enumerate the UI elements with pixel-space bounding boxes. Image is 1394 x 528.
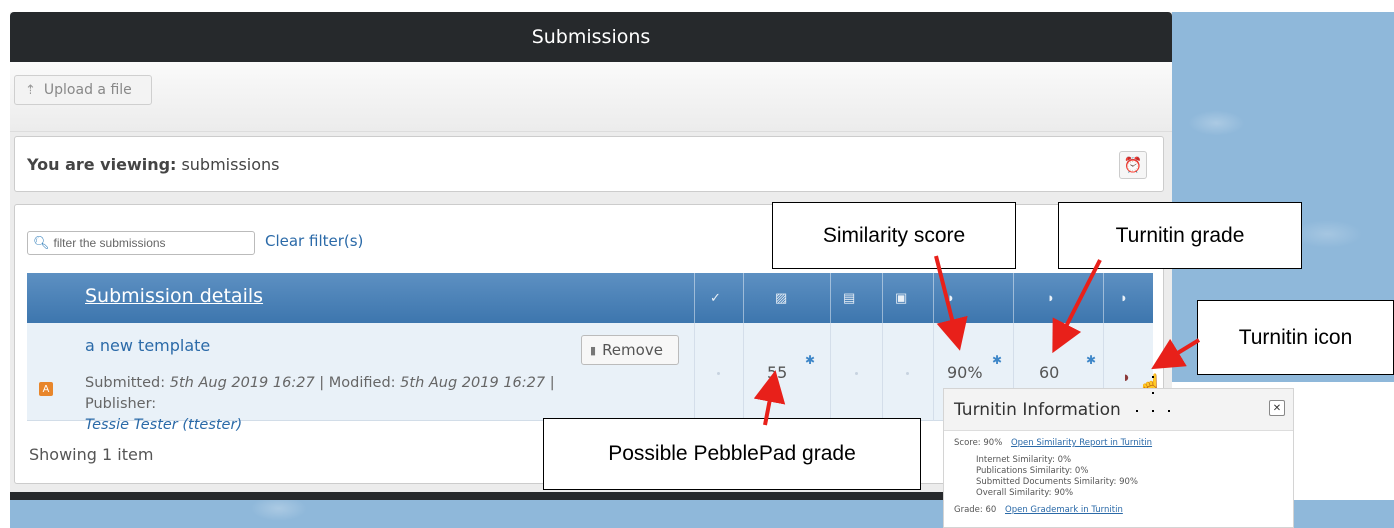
filter-placeholder: filter the submissions bbox=[53, 236, 166, 250]
star-icon: ✱ bbox=[992, 353, 1003, 367]
pebblepad-grade-value: 55 bbox=[767, 363, 788, 382]
search-icon: 🔍︎ bbox=[33, 235, 50, 250]
row-divider bbox=[830, 323, 831, 421]
grade-icon[interactable]: ▨ bbox=[775, 290, 787, 306]
callout-pebblepad-grade: Possible PebblePad grade bbox=[543, 418, 921, 490]
turnitin-info-icon[interactable]: ◗ bbox=[1120, 290, 1128, 305]
turnitin-info-header: Turnitin Information ✕ bbox=[944, 389, 1293, 431]
turnitin-similarity-icon[interactable]: ◗ bbox=[947, 290, 955, 305]
modified-date: 5th Aug 2019 16:27 bbox=[400, 375, 546, 391]
upload-icon: ⇡ bbox=[25, 82, 36, 98]
alarm-clock-button[interactable]: ⏰ bbox=[1119, 151, 1147, 179]
star-icon: ✱ bbox=[805, 353, 816, 367]
clear-filter-link[interactable]: Clear filter(s) bbox=[265, 232, 363, 250]
score-label: Score: 90% bbox=[954, 438, 1003, 448]
submission-title-link[interactable]: a new template bbox=[85, 336, 210, 355]
page-title: Submissions bbox=[531, 26, 651, 48]
similarity-report-link[interactable]: Open Similarity Report in Turnitin bbox=[1011, 438, 1152, 448]
grade-label: Grade: 60 bbox=[954, 505, 997, 515]
similarity-breakdown: Internet Similarity: 0% Publications Sim… bbox=[954, 455, 1283, 499]
remove-label: Remove bbox=[602, 341, 663, 359]
submitted-label: Submitted: bbox=[85, 375, 166, 391]
turnitin-grade-icon[interactable]: ◗ bbox=[1047, 290, 1055, 305]
grademark-link[interactable]: Open Grademark in Turnitin bbox=[1005, 505, 1123, 515]
empty-cell-dot bbox=[906, 372, 909, 375]
checkmark-icon[interactable]: ✓ bbox=[710, 290, 721, 306]
callout-turnitin-grade: Turnitin grade bbox=[1058, 202, 1302, 269]
turnitin-info-popup: Turnitin Information ✕ Score: 90% Open S… bbox=[943, 388, 1294, 528]
close-icon[interactable]: ✕ bbox=[1269, 400, 1285, 416]
trash-icon: ▮ bbox=[590, 343, 597, 357]
empty-cell-dot bbox=[717, 372, 720, 375]
remove-button[interactable]: ▮ Remove bbox=[581, 335, 679, 365]
viewing-box: You are viewing: submissions ⏰ bbox=[14, 136, 1164, 192]
star-icon: ✱ bbox=[1086, 353, 1097, 367]
turnitin-icon[interactable]: ◗ bbox=[1122, 369, 1131, 386]
submitted-date: 5th Aug 2019 16:27 bbox=[169, 375, 315, 391]
row-divider bbox=[933, 323, 934, 421]
callout-turnitin-icon: Turnitin icon bbox=[1197, 300, 1394, 375]
toolbar: ⇡ Upload a file bbox=[10, 62, 1172, 132]
overall-similarity: Overall Similarity: 90% bbox=[976, 488, 1074, 498]
upload-file-button[interactable]: ⇡ Upload a file bbox=[14, 75, 152, 105]
alarm-clock-icon: ⏰ bbox=[1123, 156, 1143, 174]
callout-turnitin-grade-text: Turnitin grade bbox=[1115, 223, 1245, 247]
internet-similarity: Internet Similarity: 0% bbox=[976, 455, 1072, 465]
left-margin bbox=[0, 0, 10, 528]
submission-meta: Submitted: 5th Aug 2019 16:27 | Modified… bbox=[85, 373, 605, 436]
table-header: Submission details ✓ ▨ ▤ ▣ ◗ ◗ ◗ bbox=[27, 273, 1153, 421]
submitted-docs-similarity: Submitted Documents Similarity: 90% bbox=[976, 477, 1139, 487]
callout-pebblepad-grade-text: Possible PebblePad grade bbox=[608, 442, 856, 465]
turnitin-info-title: Turnitin Information bbox=[954, 399, 1121, 420]
submission-details-header[interactable]: Submission details bbox=[85, 285, 263, 307]
modified-label: | Modified: bbox=[319, 375, 396, 391]
row-divider bbox=[743, 323, 744, 421]
filter-input[interactable]: 🔍︎ filter the submissions bbox=[27, 231, 255, 255]
similarity-score-value[interactable]: 90% bbox=[947, 363, 983, 382]
row-divider bbox=[882, 323, 883, 421]
callout-similarity-score: Similarity score bbox=[772, 202, 1016, 269]
panel-header: Submissions bbox=[10, 12, 1172, 62]
turnitin-info-body: Score: 90% Open Similarity Report in Tur… bbox=[944, 431, 1293, 523]
pebblepad-asset-icon: A bbox=[39, 382, 53, 396]
clipboard-icon[interactable]: ▤ bbox=[843, 290, 855, 306]
row-divider bbox=[694, 323, 695, 421]
upload-label: Upload a file bbox=[43, 82, 132, 98]
viewing-prefix: You are viewing: bbox=[27, 154, 177, 174]
empty-cell-dot bbox=[855, 372, 858, 375]
publisher-link[interactable]: Tessie Tester (ttester) bbox=[85, 417, 242, 433]
showing-count: Showing 1 item bbox=[29, 445, 154, 464]
callout-turnitin-icon-text: Turnitin icon bbox=[1238, 325, 1353, 349]
callout-similarity-score-text: Similarity score bbox=[822, 223, 966, 247]
turnitin-grade-value[interactable]: 60 bbox=[1039, 363, 1059, 382]
publications-similarity: Publications Similarity: 0% bbox=[976, 466, 1089, 476]
viewing-value: submissions bbox=[181, 154, 280, 174]
feedback-icon[interactable]: ▣ bbox=[895, 290, 907, 306]
